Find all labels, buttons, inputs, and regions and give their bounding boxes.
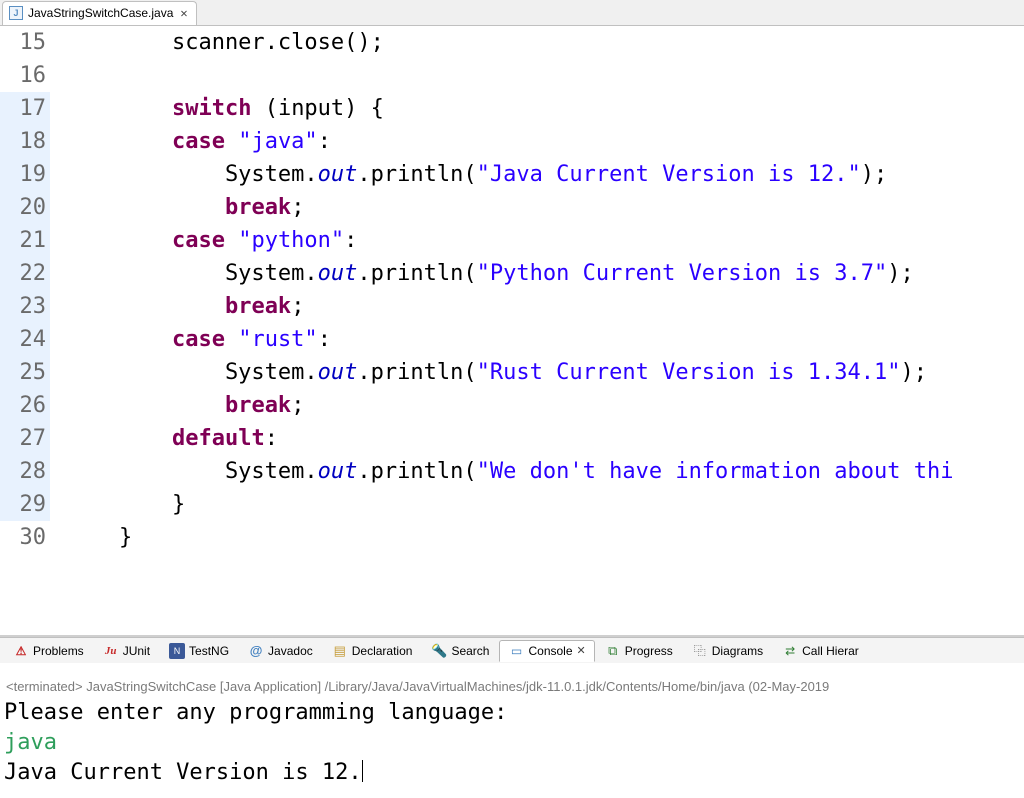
code-line[interactable]: switch (input) {: [60, 92, 1024, 125]
line-number: 22: [0, 257, 50, 290]
javadoc-icon: @: [248, 643, 264, 659]
line-number: 20: [0, 191, 50, 224]
view-tab-junit[interactable]: Ju JUnit: [94, 640, 159, 662]
line-number: 26: [0, 389, 50, 422]
problems-icon: ⚠: [13, 643, 29, 659]
view-tab-label: Console: [528, 644, 572, 658]
code-line[interactable]: System.out.println("Rust Current Version…: [60, 356, 1024, 389]
junit-icon: Ju: [103, 643, 119, 659]
console-icon: ▭: [508, 643, 524, 659]
view-tab-label: JUnit: [123, 644, 150, 658]
line-number: 21: [0, 224, 50, 257]
line-number: 27: [0, 422, 50, 455]
diagrams-icon: ⿻: [692, 643, 708, 659]
console-view: <terminated> JavaStringSwitchCase [Java …: [0, 663, 1024, 798]
code-line[interactable]: }: [60, 488, 1024, 521]
line-number: 25: [0, 356, 50, 389]
line-number: 30: [0, 521, 50, 554]
callh-icon: ⇄: [782, 643, 798, 659]
view-tab-testng[interactable]: N TestNG: [160, 640, 238, 662]
close-icon[interactable]: ✕: [577, 644, 586, 657]
view-tab-callh[interactable]: ⇄ Call Hierar: [773, 640, 868, 662]
line-number: 28: [0, 455, 50, 488]
view-tab-label: Diagrams: [712, 644, 763, 658]
console-process-label: <terminated> JavaStringSwitchCase [Java …: [4, 669, 1020, 698]
line-number: 29: [0, 488, 50, 521]
line-number: 24: [0, 323, 50, 356]
view-tab-label: Problems: [33, 644, 84, 658]
view-tab-label: Progress: [625, 644, 673, 658]
declaration-icon: ▤: [332, 643, 348, 659]
code-line[interactable]: break;: [60, 191, 1024, 224]
code-line[interactable]: [60, 59, 1024, 92]
code-line[interactable]: System.out.println("Java Current Version…: [60, 158, 1024, 191]
code-line[interactable]: case "python":: [60, 224, 1024, 257]
view-tab-console[interactable]: ▭ Console ✕: [499, 640, 594, 662]
view-tab-search[interactable]: 🔦 Search: [422, 640, 498, 662]
line-number: 17: [0, 92, 50, 125]
testng-icon: N: [169, 643, 185, 659]
view-tabbar: ⚠ Problems Ju JUnit N TestNG @ Javadoc ▤ Declarat…: [0, 637, 1024, 663]
code-line[interactable]: case "rust":: [60, 323, 1024, 356]
view-tab-label: TestNG: [189, 644, 229, 658]
code-line[interactable]: System.out.println("We don't have inform…: [60, 455, 1024, 488]
text-caret: [362, 760, 363, 782]
code-line[interactable]: System.out.println("Python Current Versi…: [60, 257, 1024, 290]
line-number-gutter: 15161718192021222324252627282930: [0, 26, 60, 635]
code-editor[interactable]: 15161718192021222324252627282930 scanner…: [0, 26, 1024, 637]
view-tab-label: Search: [451, 644, 489, 658]
view-tab-declaration[interactable]: ▤ Declaration: [323, 640, 422, 662]
view-tab-javadoc[interactable]: @ Javadoc: [239, 640, 322, 662]
line-number: 19: [0, 158, 50, 191]
line-number: 15: [0, 26, 50, 59]
view-tab-label: Call Hierar: [802, 644, 859, 658]
console-user-input: java: [4, 728, 1020, 758]
code-line[interactable]: break;: [60, 290, 1024, 323]
search-icon: 🔦: [431, 643, 447, 659]
line-number: 18: [0, 125, 50, 158]
line-number: 23: [0, 290, 50, 323]
progress-icon: ⧉: [605, 643, 621, 659]
java-file-icon: J: [9, 6, 23, 20]
code-line[interactable]: break;: [60, 389, 1024, 422]
editor-tabbar: J JavaStringSwitchCase.java ✕: [0, 0, 1024, 26]
console-line: Please enter any programming language:: [4, 698, 1020, 728]
code-line[interactable]: case "java":: [60, 125, 1024, 158]
view-tab-problems[interactable]: ⚠ Problems: [4, 640, 93, 662]
code-line[interactable]: default:: [60, 422, 1024, 455]
editor-tab-filename: JavaStringSwitchCase.java: [28, 6, 173, 20]
console-line: Java Current Version is 12.: [4, 758, 1020, 788]
code-area[interactable]: scanner.close(); switch (input) { case "…: [60, 26, 1024, 635]
view-tab-label: Javadoc: [268, 644, 313, 658]
view-tab-progress[interactable]: ⧉ Progress: [596, 640, 682, 662]
code-line[interactable]: scanner.close();: [60, 26, 1024, 59]
code-line[interactable]: }: [60, 521, 1024, 554]
view-tab-diagrams[interactable]: ⿻ Diagrams: [683, 640, 772, 662]
console-output[interactable]: Please enter any programming language:ja…: [4, 698, 1020, 788]
close-icon[interactable]: ✕: [178, 6, 189, 20]
editor-tab-active[interactable]: J JavaStringSwitchCase.java ✕: [2, 1, 197, 25]
line-number: 16: [0, 59, 50, 92]
view-tab-label: Declaration: [352, 644, 413, 658]
